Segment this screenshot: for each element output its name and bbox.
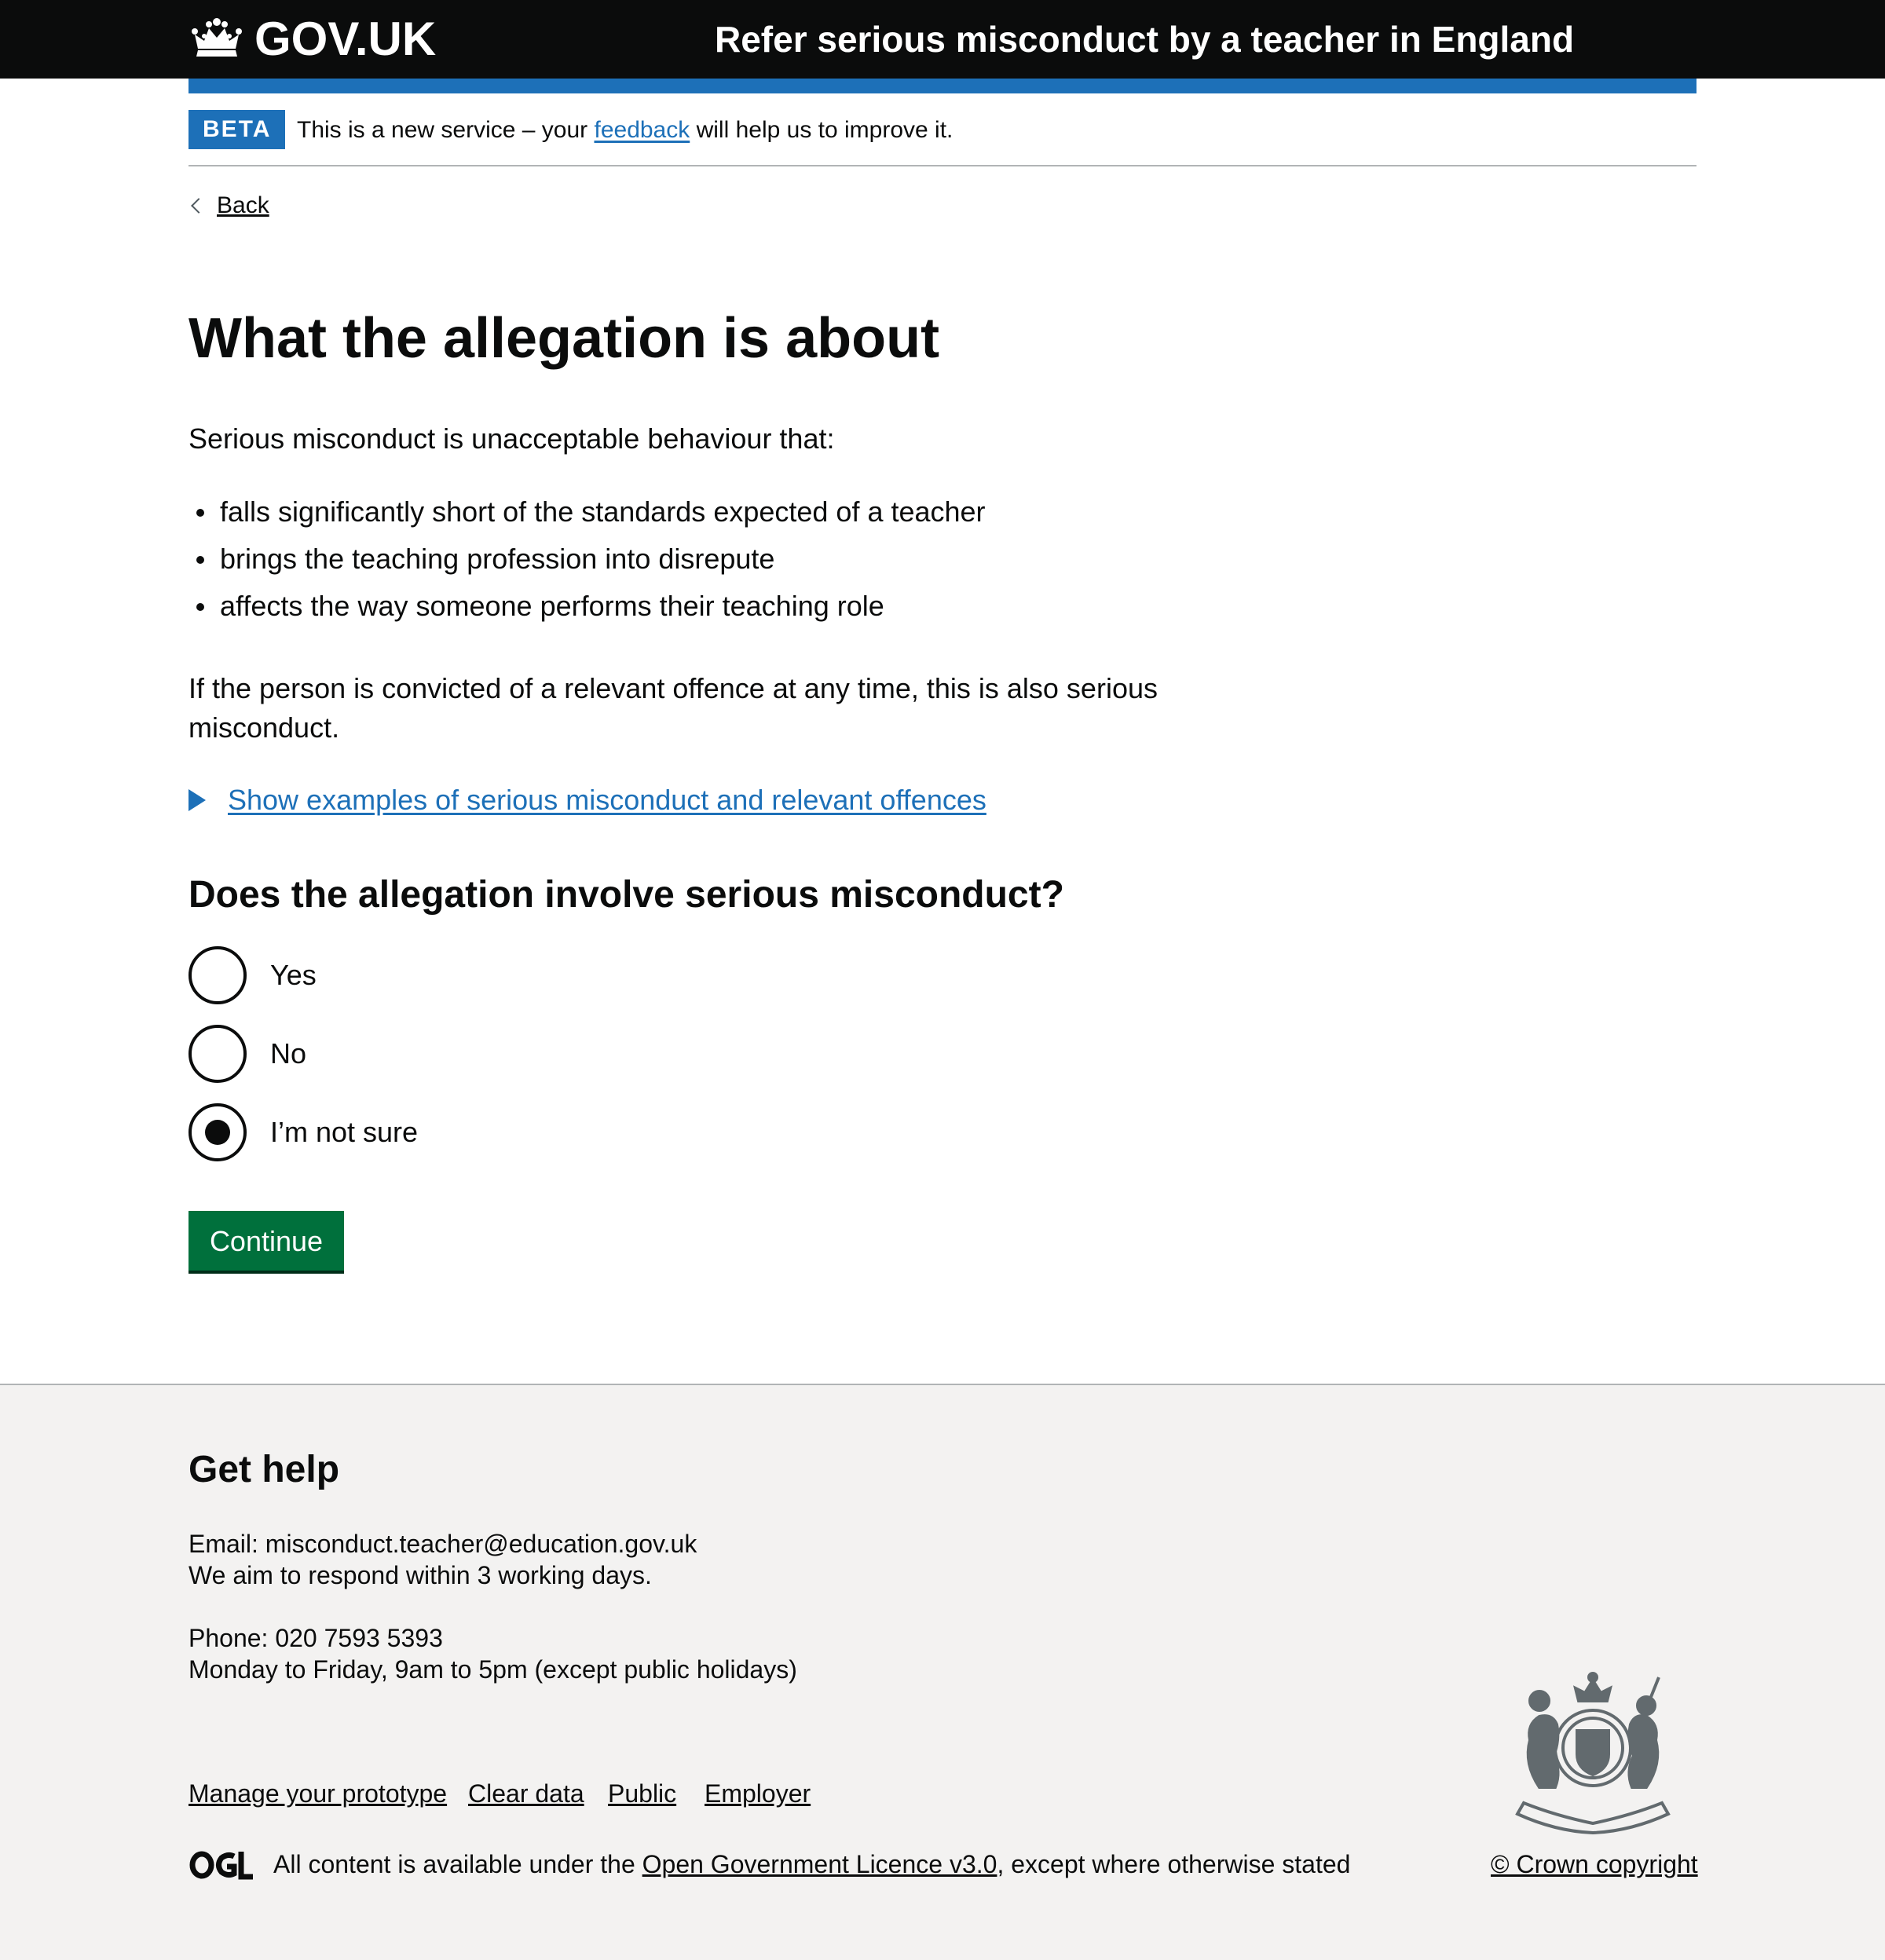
govuk-logo-link[interactable]: GOV.UK: [188, 14, 436, 64]
phase-text-after: will help us to improve it.: [690, 117, 953, 143]
royal-coat-of-arms-icon: [1515, 1672, 1671, 1834]
radio-option-not-sure[interactable]: I’m not sure: [188, 1101, 418, 1164]
radio-no-label[interactable]: No: [270, 1034, 306, 1073]
radio-not-sure-input[interactable]: [188, 1103, 247, 1161]
radio-not-sure-label[interactable]: I’m not sure: [270, 1113, 418, 1152]
radio-option-yes[interactable]: Yes: [188, 944, 317, 1007]
back-link-label: Back: [217, 192, 269, 218]
beta-tag: BETA: [188, 110, 286, 149]
ogl-logo-icon: [189, 1851, 253, 1880]
crown-copyright-link[interactable]: © Crown copyright: [1491, 1848, 1698, 1880]
header-blue-bar: [188, 79, 1696, 93]
chevron-left-icon: [191, 198, 207, 214]
service-name-link[interactable]: Refer serious misconduct by a teacher in…: [715, 17, 1574, 61]
triangle-right-icon: [188, 789, 206, 811]
site-footer: Get help Email: misconduct.teacher@educa…: [0, 1384, 1885, 1960]
phase-banner-text: This is a new service – your feedback wi…: [297, 115, 953, 146]
feedback-link[interactable]: feedback: [594, 117, 690, 143]
footer-phone-note: Monday to Friday, 9am to 5pm (except pub…: [188, 1655, 797, 1684]
footer-help-title: Get help: [188, 1449, 340, 1490]
continue-button[interactable]: Continue: [188, 1211, 344, 1271]
radio-selected-dot: [205, 1120, 230, 1145]
examples-details-toggle[interactable]: Show examples of serious misconduct and …: [188, 781, 986, 820]
radio-option-no[interactable]: No: [188, 1022, 306, 1085]
footer-link-clear-data[interactable]: Clear data: [468, 1778, 584, 1809]
site-header: GOV.UK Refer serious misconduct by a tea…: [0, 0, 1885, 79]
back-link[interactable]: Back: [188, 190, 269, 221]
footer-link-employer[interactable]: Employer: [705, 1778, 811, 1809]
conviction-paragraph: If the person is convicted of a relevant…: [188, 672, 1158, 744]
footer-email-note: We aim to respond within 3 working days.: [188, 1561, 652, 1589]
footer-email: Email: misconduct.teacher@education.gov.…: [188, 1530, 697, 1558]
footer-phone: Phone: 020 7593 5393: [188, 1624, 443, 1652]
misconduct-criteria-list: falls significantly short of the standar…: [188, 488, 986, 630]
phase-banner: BETA This is a new service – your feedba…: [188, 110, 1696, 166]
licence-statement: All content is available under the Open …: [273, 1848, 1350, 1880]
list-item: brings the teaching profession into disr…: [188, 536, 986, 583]
radio-yes-label[interactable]: Yes: [270, 956, 317, 995]
details-summary-text[interactable]: Show examples of serious misconduct and …: [228, 781, 986, 820]
footer-link-manage-prototype[interactable]: Manage your prototype: [188, 1778, 447, 1809]
licence-text-after: , except where otherwise stated: [997, 1850, 1351, 1878]
question-heading: Does the allegation involve serious misc…: [188, 874, 1064, 916]
radio-yes-input[interactable]: [188, 946, 247, 1004]
list-item: affects the way someone performs their t…: [188, 583, 986, 630]
ogl-licence-link[interactable]: Open Government Licence v3.0: [642, 1850, 997, 1878]
footer-link-public[interactable]: Public: [608, 1778, 676, 1809]
phase-text-before: This is a new service – your: [297, 117, 595, 143]
licence-text-before: All content is available under the: [273, 1850, 642, 1878]
radio-no-input[interactable]: [188, 1025, 247, 1083]
logo-text: GOV.UK: [254, 13, 437, 65]
page-title: What the allegation is about: [188, 307, 940, 370]
crown-icon: [192, 18, 242, 57]
list-item: falls significantly short of the standar…: [188, 488, 986, 536]
lead-paragraph: Serious misconduct is unacceptable behav…: [188, 422, 835, 455]
